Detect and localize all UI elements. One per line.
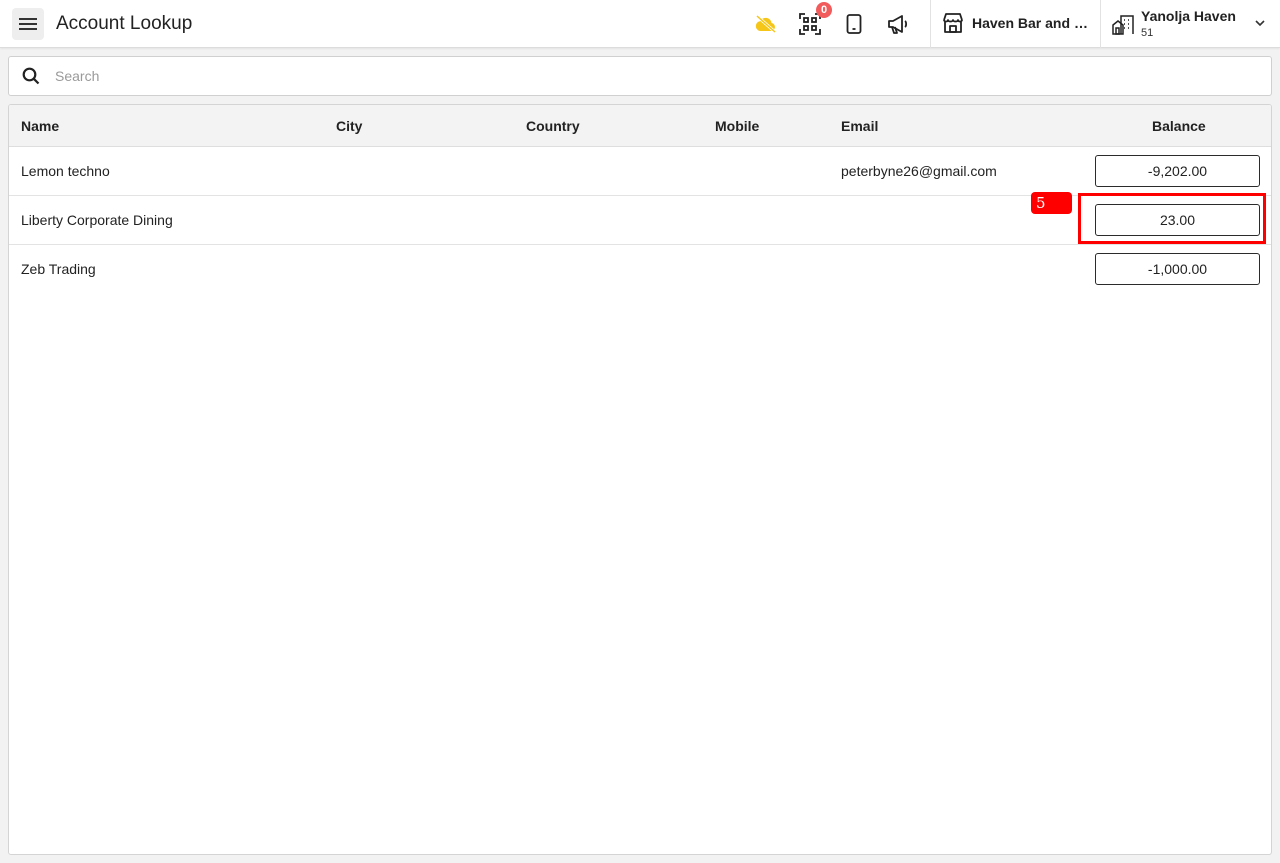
column-header-mobile[interactable]: Mobile	[715, 118, 759, 134]
column-header-balance[interactable]: Balance	[1152, 118, 1206, 134]
building-icon	[1112, 15, 1134, 35]
table-row[interactable]: Zeb Trading -1,000.00	[9, 245, 1271, 294]
outlet-name: Haven Bar and R...	[972, 15, 1088, 31]
column-header-country[interactable]: Country	[526, 118, 580, 134]
megaphone-icon	[888, 15, 908, 34]
column-header-email[interactable]: Email	[841, 118, 878, 134]
search-bar	[8, 56, 1272, 96]
page-title: Account Lookup	[56, 13, 193, 34]
tablet-button[interactable]	[842, 12, 866, 36]
column-header-city[interactable]: City	[336, 118, 362, 134]
annotation-highlight-box	[1078, 193, 1266, 244]
balance-box[interactable]: -9,202.00	[1095, 155, 1260, 187]
balance-box[interactable]: -1,000.00	[1095, 253, 1260, 285]
property-number: 51	[1141, 27, 1154, 39]
qr-scan-icon	[799, 13, 821, 35]
divider	[1100, 0, 1101, 48]
annotation-marker: 5	[1031, 192, 1072, 214]
property-selector[interactable]: Yanolja Haven 51	[1112, 6, 1272, 42]
account-name: Zeb Trading	[21, 261, 96, 277]
search-input[interactable]	[55, 65, 1255, 87]
account-name: Liberty Corporate Dining	[21, 212, 173, 228]
account-name: Lemon techno	[21, 163, 110, 179]
table-row[interactable]: Lemon techno peterbyne26@gmail.com -9,20…	[9, 147, 1271, 196]
divider	[930, 0, 931, 48]
top-bar: Account Lookup 0 Haven Bar and R... Yano…	[0, 0, 1280, 48]
menu-icon	[19, 18, 37, 30]
outlet-selector[interactable]: Haven Bar and R...	[942, 12, 1088, 34]
table-header: Name City Country Mobile Email Balance	[9, 105, 1271, 147]
chevron-down-icon	[1255, 20, 1265, 27]
menu-button[interactable]	[12, 8, 44, 40]
account-email: peterbyne26@gmail.com	[841, 163, 997, 179]
search-icon	[22, 67, 40, 85]
cloud-sync-button[interactable]	[754, 12, 778, 36]
tablet-icon	[846, 14, 862, 34]
cloud-off-icon	[755, 14, 776, 34]
notification-badge: 0	[816, 2, 832, 18]
announcement-button[interactable]	[886, 12, 910, 36]
storefront-icon	[943, 13, 963, 33]
property-name: Yanolja Haven	[1141, 8, 1236, 24]
column-header-name[interactable]: Name	[21, 118, 59, 134]
